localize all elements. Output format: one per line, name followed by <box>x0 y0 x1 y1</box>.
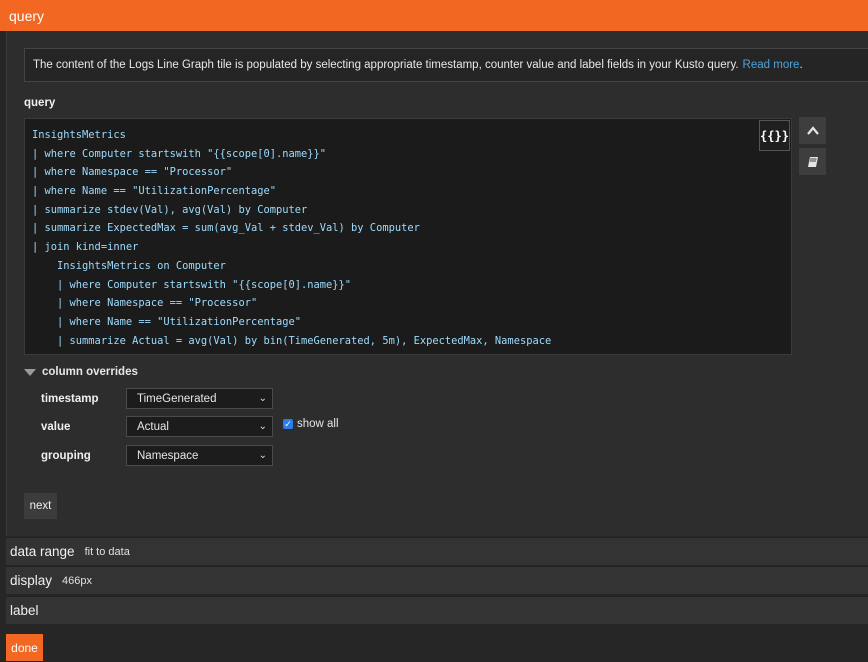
chevron-up-icon <box>806 125 819 135</box>
label-section[interactable]: label <box>6 596 868 624</box>
timestamp-row: timestamp TimeGenerated ⌄ <box>41 388 273 409</box>
data-range-summary: fit to data <box>84 545 130 558</box>
timestamp-select[interactable]: TimeGenerated ⌄ <box>126 388 273 409</box>
query-header-title: query <box>9 7 45 24</box>
grouping-row: grouping Namespace ⌄ <box>41 445 273 466</box>
code-line: | where Computer startswith "{{scope[0].… <box>32 278 352 291</box>
collapse-button[interactable] <box>799 117 826 144</box>
chevron-down-icon: ⌄ <box>258 450 267 461</box>
display-section[interactable]: display 466px <box>6 566 868 594</box>
code-line: | where Computer startswith "{{scope[0].… <box>32 147 327 160</box>
book-icon <box>807 156 818 167</box>
code-line: InsightsMetrics <box>32 129 126 141</box>
timestamp-value: TimeGenerated <box>137 392 217 405</box>
next-button[interactable]: next <box>24 493 57 519</box>
code-line: | summarize ExpectedMax = sum(avg_Val + … <box>32 222 420 235</box>
code-line: | where Namespace == "Processor" <box>32 297 258 310</box>
column-overrides-title: column overrides <box>42 366 138 378</box>
caret-down-icon <box>24 368 36 376</box>
code-line: | where Namespace == "Processor" <box>32 166 233 179</box>
code-line: | join kind=inner <box>32 241 139 254</box>
value-row: value Actual ⌄ ✓ show all <box>41 416 339 437</box>
value-label: value <box>41 420 71 433</box>
code-line: | where Name == "UtilizationPercentage" <box>32 315 301 328</box>
info-banner: The content of the Logs Line Graph tile … <box>24 48 868 82</box>
info-text: The content of the Logs Line Graph tile … <box>33 59 739 71</box>
label-title: label <box>10 603 39 618</box>
query-label: query <box>24 97 56 109</box>
display-summary: 466px <box>62 574 93 587</box>
show-all-checkbox[interactable]: ✓ <box>283 418 293 429</box>
timestamp-label: timestamp <box>41 392 99 405</box>
code-line: InsightsMetrics on Computer <box>32 259 226 272</box>
query-panel: The content of the Logs Line Graph tile … <box>6 31 868 536</box>
value-select[interactable]: Actual ⌄ <box>126 416 273 437</box>
format-button[interactable]: {{}} <box>759 120 790 151</box>
column-overrides-toggle[interactable]: column overrides <box>24 366 138 378</box>
value-value: Actual <box>137 420 169 433</box>
query-section-header[interactable]: query <box>0 0 868 31</box>
chevron-down-icon: ⌄ <box>258 393 267 404</box>
grouping-label: grouping <box>41 449 91 462</box>
done-button[interactable]: done <box>6 634 43 661</box>
show-all-label: show all <box>297 417 339 430</box>
data-range-title: data range <box>10 544 75 559</box>
code-line: | summarize stdev(Val), avg(Val) by Comp… <box>32 203 308 216</box>
grouping-select[interactable]: Namespace ⌄ <box>126 445 273 466</box>
chevron-down-icon: ⌄ <box>258 421 267 432</box>
data-range-section[interactable]: data range fit to data <box>6 537 868 565</box>
info-suffix: . <box>799 59 803 71</box>
code-lines: InsightsMetrics | where Computer startswi… <box>25 126 791 350</box>
code-line: | summarize Actual = avg(Val) by bin(Tim… <box>32 334 552 347</box>
grouping-value: Namespace <box>137 449 199 462</box>
read-more-link[interactable]: Read more <box>743 59 800 71</box>
code-line: | where Name == "UtilizationPercentage" <box>32 185 276 198</box>
display-title: display <box>10 573 53 588</box>
docs-button[interactable] <box>799 148 826 175</box>
query-editor[interactable]: InsightsMetrics | where Computer startswi… <box>24 118 792 355</box>
